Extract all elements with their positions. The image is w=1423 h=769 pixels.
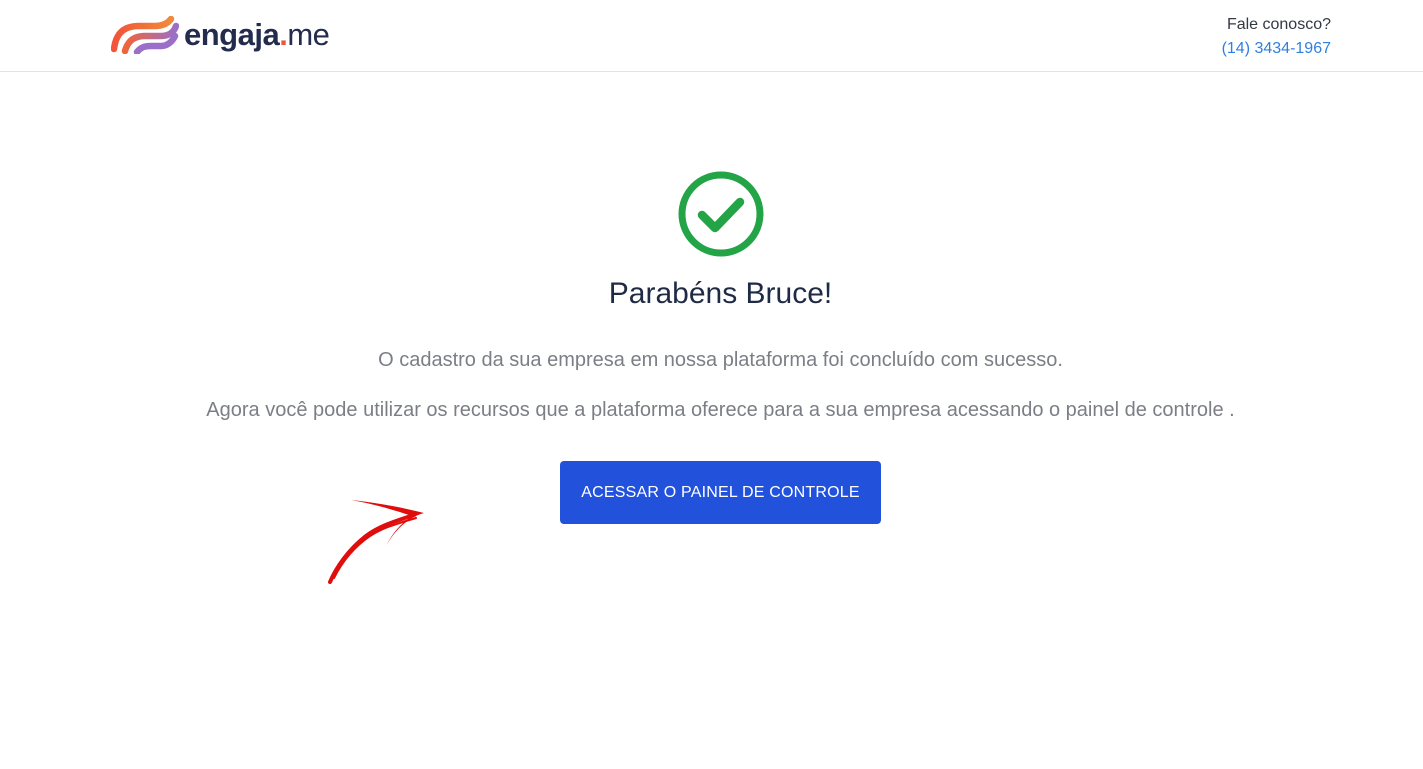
contact-block: Fale conosco? (14) 3434-1967 — [1222, 13, 1331, 61]
engaja-logo[interactable]: engaja.me — [111, 16, 330, 54]
top-header: engaja.me Fale conosco? (14) 3434-1967 — [0, 0, 1423, 72]
contact-phone-link[interactable]: (14) 3434-1967 — [1222, 37, 1331, 61]
page-title: Parabéns Bruce! — [608, 277, 833, 310]
instruction-message: Agora você pode utilizar os recursos que… — [206, 399, 1235, 421]
page: engaja.me Fale conosco? (14) 3434-1967 P… — [0, 0, 1423, 769]
logo-wordmark: engaja.me — [184, 16, 330, 54]
confirmation-panel: Parabéns Bruce! O cadastro da sua empres… — [0, 72, 1423, 769]
logo-tld: me — [287, 17, 330, 52]
contact-label: Fale conosco? — [1226, 16, 1331, 33]
logo-brand: engaja — [184, 17, 280, 52]
access-dashboard-button[interactable]: ACESSAR O PAINEL DE CONTROLE — [560, 461, 881, 524]
check-circle-icon — [678, 171, 764, 257]
engaja-logo-mark-icon — [111, 16, 179, 54]
red-arrow-icon — [328, 500, 424, 584]
success-message: O cadastro da sua empresa em nossa plata… — [378, 349, 1063, 371]
